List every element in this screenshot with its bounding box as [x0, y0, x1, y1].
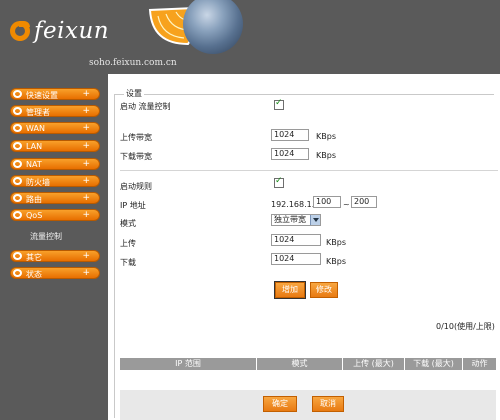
sidebar-subitem-flow-control[interactable]: 流量控制 — [30, 231, 62, 242]
globe-icon — [183, 0, 243, 54]
mode-select[interactable]: 独立带宽 — [271, 214, 321, 226]
sidebar-item-routing[interactable]: 路由 + — [10, 192, 100, 204]
section-divider — [120, 170, 498, 171]
column-header-download: 下载 (最大) — [405, 358, 463, 370]
sidebar-item-label: 防火墙 — [26, 178, 50, 187]
sidebar-item-label: NAT — [26, 160, 42, 169]
domain-text: soho.feixun.com.cn — [89, 58, 177, 68]
plus-icon: + — [82, 268, 90, 278]
logo-mark-icon — [10, 21, 30, 41]
sidebar-item-quick-setup[interactable]: 快速设置 + — [10, 88, 100, 100]
bullet-icon — [13, 194, 22, 202]
chevron-down-icon[interactable] — [310, 215, 320, 225]
sidebar-item-label: 快速设置 — [26, 91, 58, 100]
bullet-icon — [13, 90, 22, 98]
download-bandwidth-label: 下载带宽 — [120, 152, 152, 161]
plus-icon: + — [82, 176, 90, 186]
column-header-mode: 模式 — [257, 358, 343, 370]
sidebar-item-lan[interactable]: LAN + — [10, 140, 100, 152]
enable-rule-label: 启动规则 — [120, 182, 152, 191]
plus-icon: + — [82, 141, 90, 151]
plus-icon: + — [82, 210, 90, 220]
rule-download-unit: KBps — [326, 257, 346, 266]
sidebar-item-label: LAN — [26, 142, 43, 151]
edit-button[interactable]: 修改 — [310, 282, 338, 298]
download-bandwidth-input[interactable]: 1024 — [271, 148, 309, 160]
sidebar-item-nat[interactable]: NAT + — [10, 158, 100, 170]
ip-prefix-text: 192.168.1. — [271, 200, 315, 209]
settings-title: 设置 — [124, 88, 144, 99]
plus-icon: + — [82, 159, 90, 169]
enable-flow-control-label: 启动 流量控制 — [120, 102, 171, 111]
ip-address-label: IP 地址 — [120, 201, 146, 210]
mode-label: 模式 — [120, 219, 136, 228]
sidebar-item-label: 管理者 — [26, 108, 50, 117]
sidebar-item-wan[interactable]: WAN + — [10, 122, 100, 134]
sidebar: 快速设置 + 管理者 + WAN + LAN + NAT + 防火墙 + 路由 … — [0, 74, 108, 420]
sidebar-item-label: 其它 — [26, 253, 42, 262]
plus-icon: + — [82, 251, 90, 261]
sidebar-item-firewall[interactable]: 防火墙 + — [10, 175, 100, 187]
bullet-icon — [13, 142, 22, 150]
sidebar-item-label: QoS — [26, 211, 43, 220]
bullet-icon — [13, 160, 22, 168]
sidebar-item-label: 状态 — [26, 270, 42, 279]
ip-end-input[interactable]: 200 — [351, 196, 377, 208]
brand-logo: feixun — [10, 18, 109, 44]
bullet-icon — [13, 124, 22, 132]
cancel-button[interactable]: 取消 — [312, 396, 344, 412]
mode-select-value: 独立带宽 — [274, 215, 306, 224]
upload-bandwidth-label: 上传带宽 — [120, 133, 152, 142]
brand-name: feixun — [34, 18, 110, 44]
rule-upload-unit: KBps — [326, 238, 346, 247]
rule-upload-label: 上传 — [120, 239, 136, 248]
bullet-icon — [13, 107, 22, 115]
rule-download-input[interactable]: 1024 — [271, 253, 321, 265]
bullet-icon — [13, 211, 22, 219]
plus-icon: + — [82, 106, 90, 116]
rule-download-label: 下载 — [120, 258, 136, 267]
upload-bandwidth-input[interactable]: 1024 — [271, 129, 309, 141]
sidebar-item-status[interactable]: 状态 + — [10, 267, 100, 279]
upload-bandwidth-unit: KBps — [316, 132, 336, 141]
bullet-icon — [13, 252, 22, 260]
add-button[interactable]: 增加 — [274, 281, 306, 299]
sidebar-item-label: 路由 — [26, 195, 42, 204]
sidebar-item-label: WAN — [26, 124, 45, 133]
rule-count-text: 0/10(使用/上限) — [436, 322, 495, 331]
enable-rule-checkbox[interactable] — [274, 176, 284, 188]
enable-flow-control-checkbox[interactable] — [274, 98, 284, 110]
rules-table-header: IP 范围 模式 上传 (最大) 下载 (最大) 动作 — [120, 358, 496, 370]
ip-start-input[interactable]: 100 — [313, 196, 341, 208]
ip-range-separator: ~ — [343, 200, 350, 209]
sidebar-item-qos[interactable]: QoS + — [10, 209, 100, 221]
header: feixun soho.feixun.com.cn — [0, 0, 500, 74]
plus-icon: + — [82, 89, 90, 99]
bullet-icon — [13, 177, 22, 185]
sidebar-item-admin[interactable]: 管理者 + — [10, 105, 100, 117]
column-header-upload: 上传 (最大) — [343, 358, 405, 370]
bullet-icon — [13, 269, 22, 277]
plus-icon: + — [82, 123, 90, 133]
confirm-button[interactable]: 确定 — [263, 396, 297, 412]
sidebar-item-other[interactable]: 其它 + — [10, 250, 100, 262]
column-header-action: 动作 — [471, 359, 488, 368]
footer-action-bar — [120, 390, 496, 420]
download-bandwidth-unit: KBps — [316, 151, 336, 160]
column-header-ip-range: IP 范围 — [120, 358, 257, 370]
rule-upload-input[interactable]: 1024 — [271, 234, 321, 246]
plus-icon: + — [82, 193, 90, 203]
